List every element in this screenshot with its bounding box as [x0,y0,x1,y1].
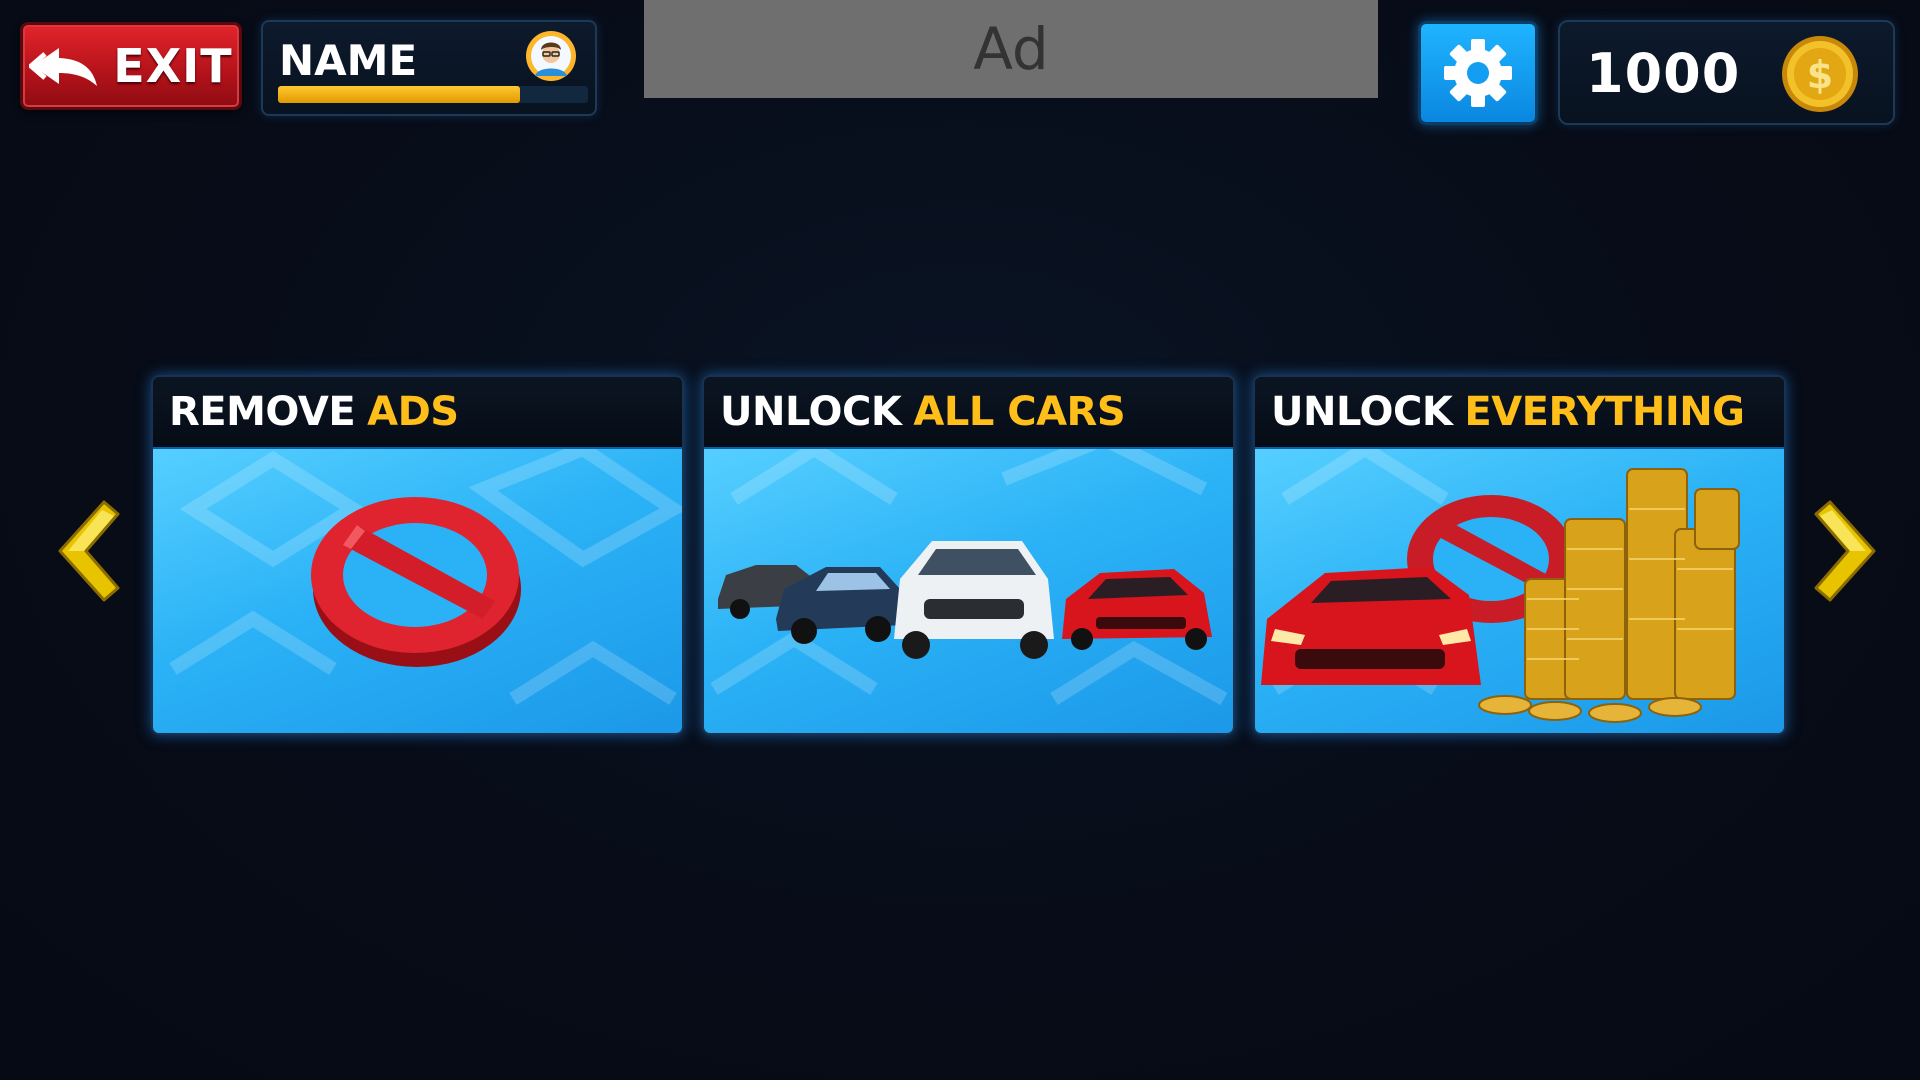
player-avatar-icon [526,31,576,81]
player-name: NAME [279,36,418,85]
xp-bar-fill [278,86,520,103]
card-title-main: UNLOCK [720,389,902,435]
settings-button[interactable] [1418,21,1538,125]
gold-coins-stacks-icon [1524,468,1740,700]
ad-banner[interactable]: Ad [644,0,1378,98]
red-sports-car-icon [1062,569,1212,650]
svg-text:$: $ [1807,53,1833,97]
ad-label: Ad [973,15,1049,83]
player-panel[interactable]: NAME [261,20,597,116]
unlock-everything-card[interactable]: UNLOCK EVERYTHING [1253,375,1786,735]
dollar-coin-icon: $ [1782,36,1858,112]
card-title-highlight: ADS [367,389,459,435]
white-sedan-icon [894,541,1054,659]
card-title-highlight: EVERYTHING [1464,389,1745,435]
unlock-all-cars-card[interactable]: UNLOCK ALL CARS [702,375,1235,735]
exit-label: EXIT [113,39,233,93]
card-title-main: UNLOCK [1271,389,1453,435]
card-title: REMOVE ADS [153,377,682,447]
cars-lineup-image [704,447,1233,733]
card-title: UNLOCK ALL CARS [704,377,1233,447]
exit-button[interactable]: EXIT [20,22,242,110]
card-title-highlight: ALL CARS [913,389,1126,435]
red-sports-car-icon [1261,567,1481,685]
everything-bundle-image [1255,447,1784,733]
back-arrow-icon [29,48,98,86]
xp-bar [278,86,588,103]
card-title: UNLOCK EVERYTHING [1255,377,1784,447]
chevron-right-icon[interactable] [1810,496,1890,606]
no-entry-sign-icon [311,497,521,667]
no-ads-image [153,447,682,733]
remove-ads-card[interactable]: REMOVE ADS [151,375,684,735]
chevron-left-icon[interactable] [44,496,124,606]
coin-amount: 1000 [1586,42,1741,105]
coin-counter[interactable]: 1000 $ [1558,20,1895,125]
gear-icon [1444,39,1512,107]
card-title-main: REMOVE [169,389,356,435]
